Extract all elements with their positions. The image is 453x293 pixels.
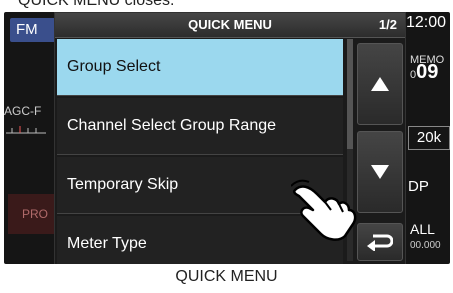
step-button[interactable]: 20k	[408, 126, 450, 150]
radio-screen: FM AGC-F PRO 12:00 MEMO 009 20k DP ALL 0…	[4, 12, 450, 264]
all-button[interactable]: ALL 00.000	[410, 222, 441, 253]
quick-menu-dialog: QUICK MENU 1/2 Group Select Channel Sele…	[54, 12, 406, 264]
return-button[interactable]	[357, 223, 403, 261]
scroll-up-button[interactable]	[357, 43, 403, 125]
all-label: ALL	[410, 221, 435, 237]
down-arrow-icon	[371, 165, 389, 179]
scrollbar-thumb[interactable]	[347, 39, 353, 149]
dialog-title: QUICK MENU	[188, 17, 272, 32]
menu-item-channel-select-group-range[interactable]: Channel Select Group Range	[57, 98, 343, 155]
memo-display: MEMO 009	[410, 54, 444, 83]
dialog-title-bar: QUICK MENU 1/2	[55, 13, 405, 38]
pointing-hand-icon	[291, 179, 357, 241]
caption-top: QUICK MENU closes.	[18, 0, 175, 9]
agc-label: AGC-F	[4, 104, 42, 118]
scroll-down-button[interactable]	[357, 131, 403, 213]
mode-indicator[interactable]: FM	[10, 18, 56, 42]
memo-value: 09	[416, 61, 439, 83]
caption-bottom: QUICK MENU	[175, 268, 278, 285]
return-icon	[367, 234, 393, 251]
meter-icon	[6, 126, 46, 134]
page-indicator: 1/2	[378, 17, 397, 32]
all-value: 00.000	[410, 240, 441, 251]
clock: 12:00	[406, 14, 447, 31]
dp-button[interactable]: DP	[408, 178, 429, 195]
up-arrow-icon	[371, 77, 389, 91]
menu-item-group-select[interactable]: Group Select	[57, 39, 343, 96]
